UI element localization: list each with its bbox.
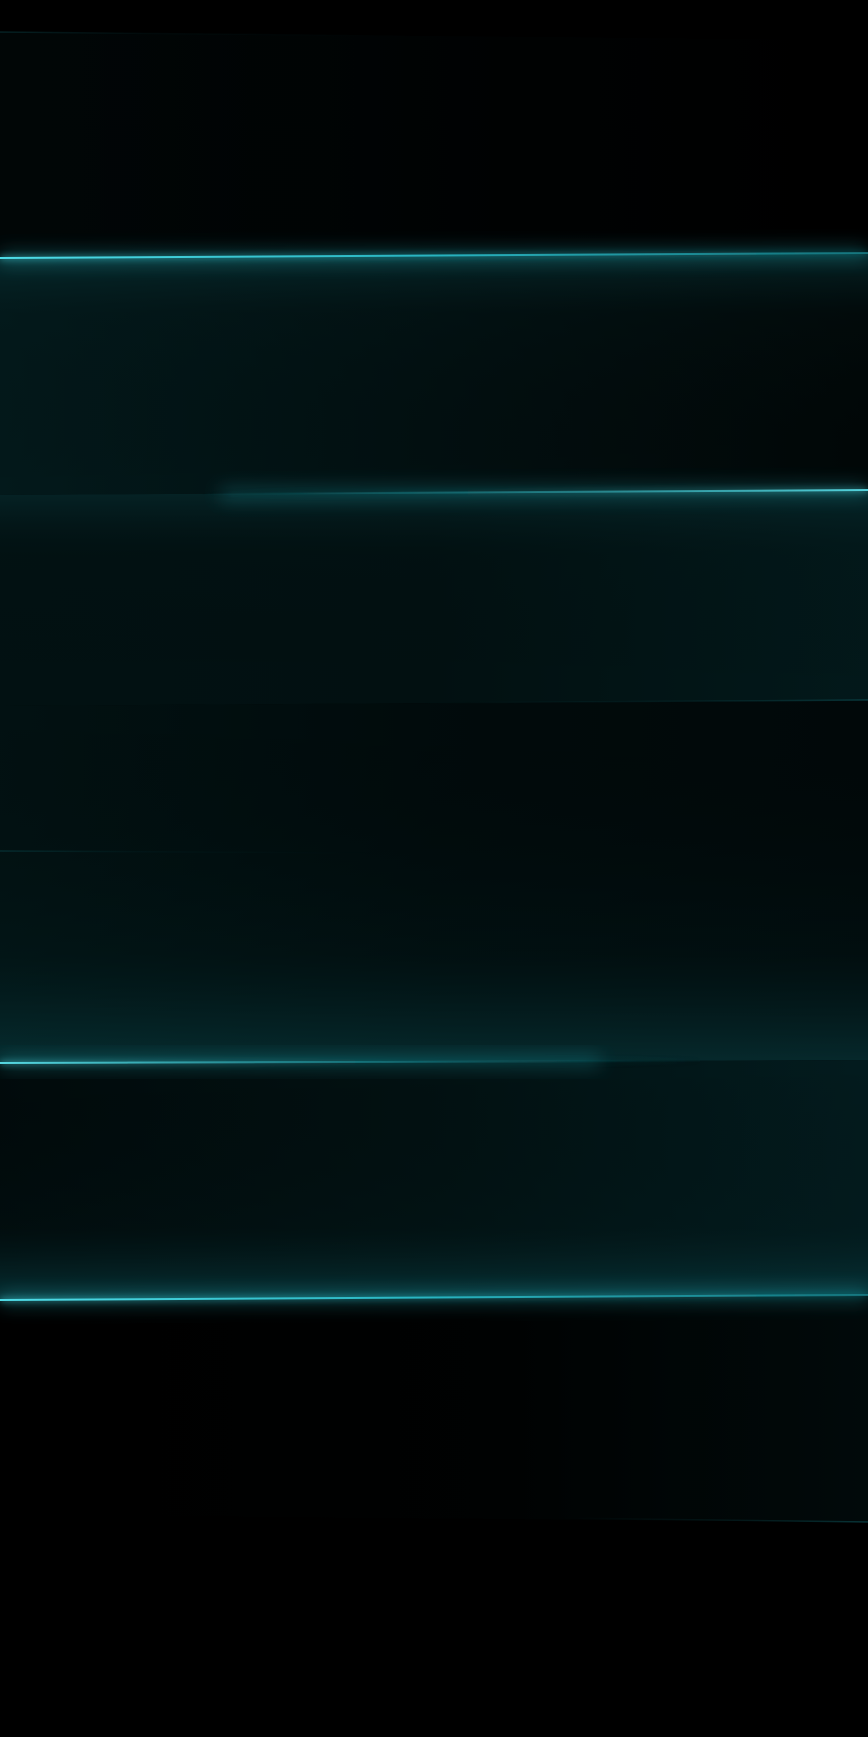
wallpaper-artwork <box>0 0 868 1737</box>
bottom-faint-band <box>0 1295 868 1522</box>
top-faint-band <box>0 32 868 258</box>
abstract-teal-glass-wallpaper <box>0 0 868 1737</box>
